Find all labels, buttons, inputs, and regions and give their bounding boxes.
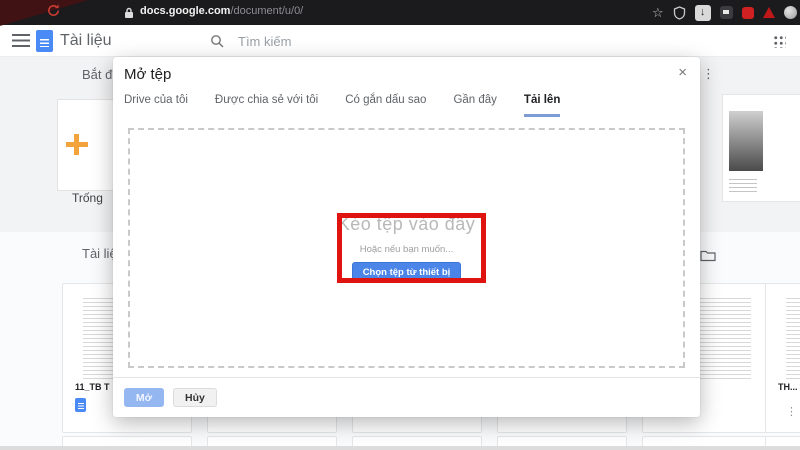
address-bar[interactable]: docs.google.com/document/u/0/ bbox=[140, 5, 303, 17]
open-button[interactable]: Mở bbox=[124, 388, 164, 407]
profile-avatar[interactable] bbox=[783, 6, 797, 19]
template-thumbnail bbox=[729, 111, 763, 171]
browser-theme-accent bbox=[0, 0, 88, 26]
search-placeholder: Tìm kiếm bbox=[238, 33, 292, 49]
cancel-button[interactable]: Hủy bbox=[173, 388, 217, 407]
browser-action-icons: ☆ ↓ bbox=[652, 0, 797, 25]
app-title: Tài liệu bbox=[60, 32, 112, 49]
dialog-tabs: Drive của tôi Được chia sẻ với tôi Có gắ… bbox=[124, 94, 561, 117]
browser-toolbar: docs.google.com/document/u/0/ ☆ ↓ bbox=[0, 0, 800, 26]
taskbar-edge bbox=[0, 446, 800, 450]
red-extension-icon[interactable] bbox=[741, 6, 754, 19]
download-icon[interactable]: ↓ bbox=[694, 4, 711, 21]
url-host: docs.google.com bbox=[140, 5, 231, 17]
lock-icon[interactable] bbox=[124, 6, 134, 24]
shield-icon[interactable] bbox=[673, 5, 686, 20]
bookmark-star-icon[interactable]: ☆ bbox=[652, 6, 664, 19]
search-icon bbox=[211, 35, 224, 48]
folder-icon[interactable] bbox=[700, 249, 716, 267]
docs-header: Tài liệu Tìm kiếm bbox=[0, 25, 800, 57]
dialog-title: Mở tệp bbox=[124, 66, 172, 83]
docs-logo-icon[interactable] bbox=[36, 30, 53, 52]
template-more-icon[interactable]: ⋮ bbox=[702, 66, 715, 82]
red-triangle-extension-icon[interactable] bbox=[762, 7, 775, 18]
template-thumbnail-lines bbox=[729, 179, 757, 195]
search-bar[interactable]: Tìm kiếm bbox=[210, 29, 690, 53]
screen: docs.google.com/document/u/0/ ☆ ↓ Tài li… bbox=[0, 0, 800, 450]
doc-card[interactable]: TH... ⋮ bbox=[765, 283, 800, 433]
doc-title: TH... bbox=[778, 382, 798, 392]
reload-icon[interactable] bbox=[46, 3, 61, 23]
card-menu-icon[interactable]: ⋮ bbox=[786, 405, 797, 418]
dialog-footer: Mở Hủy bbox=[113, 377, 700, 417]
doc-preview bbox=[786, 298, 800, 382]
blank-template-label: Trống bbox=[72, 191, 103, 205]
template-card[interactable] bbox=[722, 94, 800, 202]
extension-icon[interactable] bbox=[719, 6, 733, 19]
docs-file-icon bbox=[75, 398, 86, 412]
close-icon[interactable]: × bbox=[678, 64, 687, 81]
tab-upload[interactable]: Tải lên bbox=[523, 94, 561, 117]
highlight-rectangle bbox=[337, 213, 486, 283]
doc-title: 11_TB T bbox=[75, 382, 110, 392]
tab-recent[interactable]: Gần đây bbox=[453, 94, 496, 117]
tab-shared-with-me[interactable]: Được chia sẻ với tôi bbox=[215, 94, 318, 117]
menu-icon[interactable] bbox=[12, 34, 30, 47]
plus-icon bbox=[74, 134, 79, 155]
tab-my-drive[interactable]: Drive của tôi bbox=[124, 94, 188, 117]
apps-grid-icon[interactable] bbox=[773, 35, 786, 48]
tab-starred[interactable]: Có gắn dấu sao bbox=[345, 94, 426, 117]
url-path: /document/u/0/ bbox=[230, 5, 304, 17]
